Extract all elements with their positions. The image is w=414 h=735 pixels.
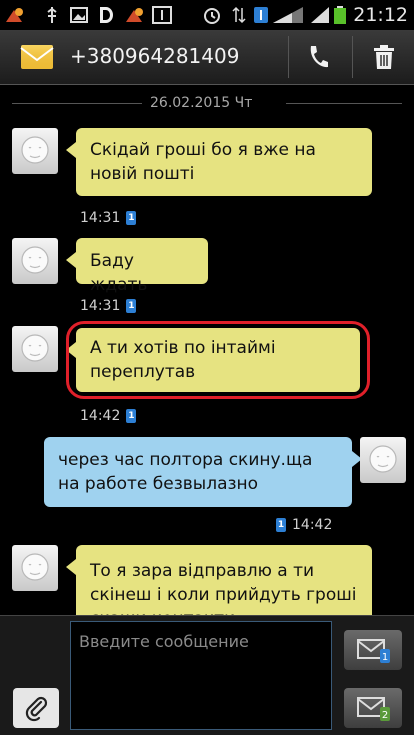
envelope-icon	[20, 45, 54, 69]
message-text: Баду ждать	[90, 251, 148, 295]
message-meta: 14:31 1	[80, 210, 137, 226]
delete-button[interactable]	[362, 36, 406, 78]
send-message-icon: 1	[357, 639, 390, 663]
outgoing-message-bubble[interactable]: через час полтора скину.ща на работе без…	[44, 437, 362, 507]
message-meta: 14:42 1	[80, 408, 137, 424]
attach-button[interactable]	[13, 688, 59, 728]
clock: 21:12	[353, 4, 408, 26]
data-e-icon	[232, 6, 246, 24]
contact-avatar[interactable]	[12, 326, 58, 372]
contact-avatar[interactable]	[12, 238, 58, 284]
contact-avatar[interactable]	[12, 545, 58, 591]
contact-avatar[interactable]	[12, 128, 58, 174]
default-avatar-icon	[21, 334, 49, 362]
paperclip-icon	[25, 696, 48, 722]
default-avatar-icon	[21, 246, 49, 274]
send-sim2-label: 2	[382, 710, 388, 721]
send-sim2-button[interactable]: 2	[344, 688, 402, 728]
message-time: 14:31	[80, 210, 121, 226]
bubble-tail	[66, 252, 76, 268]
message-thread[interactable]: 26.02.2015 Чт Скідай гроші бо я вже на н…	[0, 85, 414, 615]
signal-strength-sim2-icon	[311, 7, 329, 23]
sim1-icon: 1	[126, 211, 137, 225]
call-button[interactable]	[296, 36, 340, 78]
message-meta: 14:31 1	[80, 298, 137, 314]
alarm-icon	[204, 8, 220, 24]
default-avatar-icon	[21, 136, 49, 164]
status-bar: 21:12	[0, 0, 414, 30]
default-avatar-icon	[21, 553, 49, 581]
date-separator-text: 26.02.2015 Чт	[150, 95, 253, 111]
weather-notification-icon	[6, 8, 23, 22]
sim-notification-icon	[152, 6, 172, 24]
message-text: То я зара відправлю а ти скінеш і коли п…	[90, 561, 357, 615]
sim1-icon: 1	[126, 299, 137, 313]
contact-number[interactable]: +380964281409	[70, 44, 239, 68]
usb-icon	[47, 7, 57, 23]
date-separator-line	[286, 103, 402, 104]
message-input[interactable]	[70, 621, 332, 730]
bubble-tail	[66, 559, 76, 575]
message-time: 14:42	[292, 517, 333, 533]
sim1-icon: 1	[126, 409, 137, 423]
trash-icon	[374, 45, 394, 69]
default-avatar-icon	[369, 445, 397, 473]
header-divider	[288, 36, 289, 78]
message-text: через час полтора скину.ща на работе без…	[58, 450, 313, 494]
incoming-message-bubble[interactable]: Скідай гроші бо я вже на новій пошті	[66, 128, 372, 196]
header-divider-2	[352, 36, 353, 78]
send-message-icon: 2	[357, 697, 390, 721]
highlight-ring	[66, 321, 370, 399]
sim1-indicator-icon	[254, 7, 268, 23]
incoming-message-bubble[interactable]: То я зара відправлю а ти скінеш і коли п…	[66, 545, 372, 615]
signal-strength-sim1-icon	[273, 7, 303, 23]
date-separator-line	[12, 103, 142, 104]
incoming-message-bubble[interactable]: Баду ждать	[66, 238, 208, 295]
send-sim1-button[interactable]: 1	[344, 630, 402, 670]
message-composer: 1 2	[0, 615, 414, 735]
phone-icon	[310, 46, 328, 68]
message-text: Скідай гроші бо я вже на новій пошті	[90, 140, 316, 184]
bubble-tail	[66, 142, 76, 158]
send-sim1-label: 1	[382, 652, 388, 663]
image-notification-icon	[70, 7, 88, 23]
weather-notification-icon-2	[126, 8, 143, 22]
d-app-icon	[100, 7, 113, 23]
sim1-icon: 1	[276, 518, 286, 532]
own-avatar[interactable]	[360, 437, 406, 483]
date-separator: 26.02.2015 Чт	[0, 93, 414, 113]
message-meta: 1 14:42	[276, 517, 332, 533]
conversation-header: +380964281409	[0, 30, 414, 85]
message-time: 14:42	[80, 408, 121, 424]
message-time: 14:31	[80, 298, 121, 314]
battery-icon	[334, 6, 346, 24]
